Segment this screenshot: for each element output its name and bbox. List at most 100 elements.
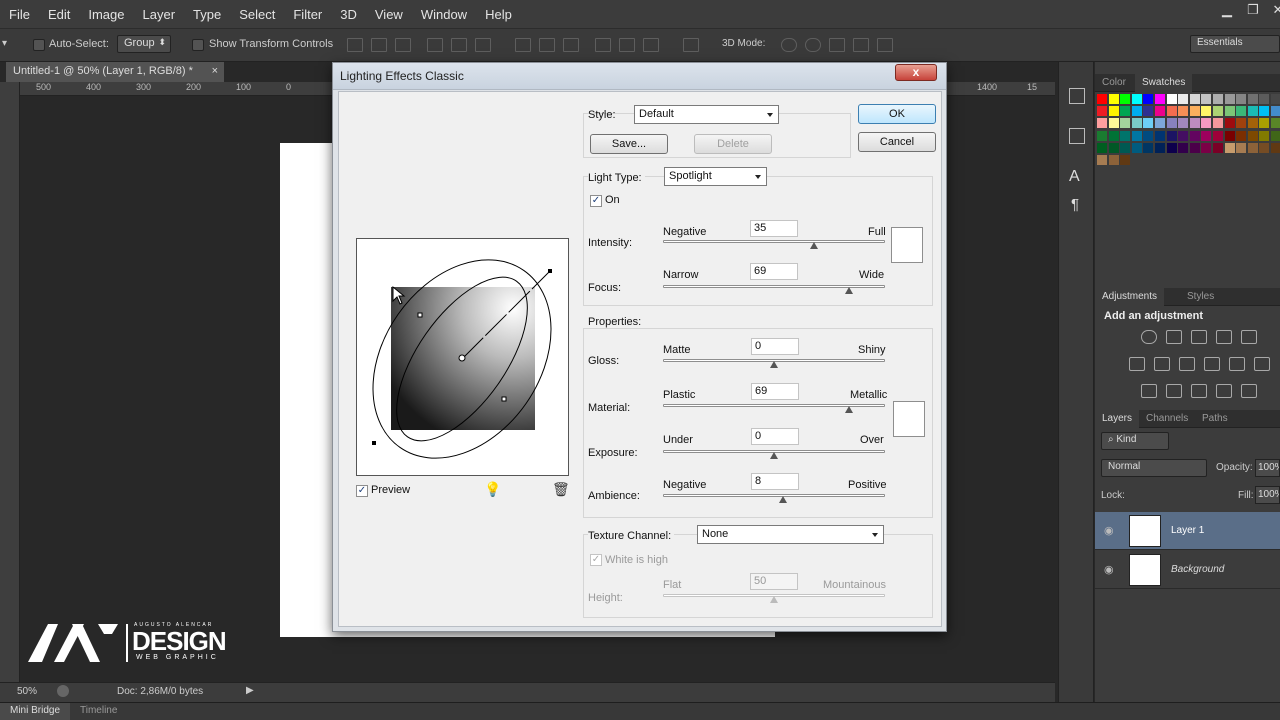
- tab-paths[interactable]: Paths: [1202, 413, 1228, 424]
- swatch[interactable]: [1236, 118, 1247, 129]
- swatch[interactable]: [1201, 106, 1212, 117]
- align-left-icon[interactable]: [427, 38, 443, 52]
- swatch[interactable]: [1189, 130, 1200, 141]
- tab-color[interactable]: Color: [1102, 77, 1126, 88]
- swatch[interactable]: [1247, 142, 1258, 153]
- style-dropdown[interactable]: Default: [634, 105, 779, 124]
- document-tab[interactable]: Untitled-1 @ 50% (Layer 1, RGB/8) * ×: [6, 62, 224, 82]
- swatch[interactable]: [1131, 106, 1142, 117]
- swatch[interactable]: [1155, 142, 1165, 153]
- swatch[interactable]: [1131, 142, 1142, 153]
- 3d-drag-icon[interactable]: [829, 38, 845, 52]
- photo-filter-adjustment-icon[interactable]: [1204, 357, 1220, 371]
- light-type-dropdown[interactable]: Spotlight: [664, 167, 767, 186]
- swatch[interactable]: [1155, 118, 1165, 129]
- swatch[interactable]: [1097, 130, 1107, 141]
- swatch[interactable]: [1097, 106, 1107, 117]
- tab-styles[interactable]: Styles: [1187, 291, 1214, 302]
- blend-mode-dropdown[interactable]: Normal: [1101, 459, 1207, 477]
- menu-help[interactable]: Help: [476, 7, 521, 22]
- swatch[interactable]: [1224, 118, 1235, 129]
- swatch[interactable]: [1143, 130, 1154, 141]
- swatch[interactable]: [1178, 130, 1189, 141]
- layer-row-layer1[interactable]: ◉ Layer 1: [1095, 512, 1280, 550]
- light-on-checkbox[interactable]: ✓: [590, 195, 602, 207]
- swatch[interactable]: [1178, 118, 1189, 129]
- swatch[interactable]: [1224, 106, 1235, 117]
- swatch[interactable]: [1259, 106, 1270, 117]
- swatch[interactable]: [1247, 130, 1258, 141]
- swatch[interactable]: [1108, 94, 1119, 104]
- swatch[interactable]: [1108, 130, 1119, 141]
- menu-select[interactable]: Select: [230, 7, 284, 22]
- fill-field[interactable]: 100%: [1255, 486, 1280, 504]
- swatch-grid[interactable]: [1095, 92, 1280, 182]
- show-transform-checkbox[interactable]: [192, 39, 204, 51]
- swatch[interactable]: [1166, 142, 1177, 153]
- menu-image[interactable]: Image: [79, 7, 133, 22]
- character-panel-icon[interactable]: A: [1069, 168, 1080, 186]
- tab-swatches[interactable]: Swatches: [1135, 74, 1193, 92]
- layer-row-background[interactable]: ◉ Background: [1095, 551, 1280, 589]
- delete-light-trash-icon[interactable]: 🗑: [552, 481, 570, 498]
- swatch[interactable]: [1213, 94, 1223, 104]
- white-is-high-checkbox[interactable]: ✓: [590, 554, 602, 566]
- swatch[interactable]: [1213, 130, 1223, 141]
- swatch[interactable]: [1108, 106, 1119, 117]
- swatch[interactable]: [1271, 106, 1280, 117]
- swatch[interactable]: [1213, 106, 1223, 117]
- swatch[interactable]: [1259, 130, 1270, 141]
- swatch[interactable]: [1259, 118, 1270, 129]
- ambience-slider[interactable]: [663, 494, 885, 497]
- swatch[interactable]: [1259, 142, 1270, 153]
- gloss-slider-knob[interactable]: [770, 361, 778, 368]
- swatch[interactable]: [1097, 142, 1107, 153]
- preview-checkbox[interactable]: ✓: [356, 485, 368, 497]
- swatch[interactable]: [1097, 118, 1107, 129]
- light-preview[interactable]: [356, 238, 569, 476]
- selective-color-adjustment-icon[interactable]: [1216, 384, 1232, 398]
- swatch[interactable]: [1189, 142, 1200, 153]
- distribute-hcenter-icon[interactable]: [619, 38, 635, 52]
- tab-timeline[interactable]: Timeline: [80, 705, 117, 716]
- gradient-map-adjustment-icon[interactable]: [1241, 384, 1257, 398]
- menu-layer[interactable]: Layer: [134, 7, 185, 22]
- menu-edit[interactable]: Edit: [39, 7, 79, 22]
- align-bottom-icon[interactable]: [395, 38, 411, 52]
- 3d-scale-icon[interactable]: [877, 38, 893, 52]
- paragraph-panel-icon[interactable]: ¶: [1071, 196, 1079, 213]
- threshold-adjustment-icon[interactable]: [1191, 384, 1207, 398]
- swatch[interactable]: [1213, 142, 1223, 153]
- swatch[interactable]: [1271, 94, 1280, 104]
- black-white-adjustment-icon[interactable]: [1179, 357, 1195, 371]
- swatch[interactable]: [1224, 130, 1235, 141]
- posterize-adjustment-icon[interactable]: [1166, 384, 1182, 398]
- distribute-bottom-icon[interactable]: [563, 38, 579, 52]
- intensity-slider-knob[interactable]: [809, 242, 818, 249]
- swatch[interactable]: [1166, 130, 1177, 141]
- swatch[interactable]: [1247, 106, 1258, 117]
- material-input[interactable]: 69: [751, 383, 799, 400]
- swatch[interactable]: [1108, 118, 1119, 129]
- properties-panel-icon[interactable]: [1069, 128, 1085, 144]
- swatch[interactable]: [1247, 118, 1258, 129]
- 3d-roll-icon[interactable]: [805, 38, 821, 52]
- color-lookup-adjustment-icon[interactable]: [1254, 357, 1270, 371]
- delete-style-button[interactable]: Delete: [694, 134, 772, 154]
- swatch[interactable]: [1131, 130, 1142, 141]
- swatch[interactable]: [1271, 142, 1280, 153]
- save-style-button[interactable]: Save...: [590, 134, 668, 154]
- swatch[interactable]: [1236, 130, 1247, 141]
- exposure-slider-knob[interactable]: [770, 452, 778, 459]
- gloss-input[interactable]: 0: [751, 338, 799, 355]
- visibility-eye-icon[interactable]: ◉: [1104, 563, 1114, 576]
- distribute-vcenter-icon[interactable]: [539, 38, 555, 52]
- minimize-icon[interactable]: ▁: [1215, 2, 1239, 20]
- tool-preset-chevron-icon[interactable]: ▾: [2, 38, 7, 49]
- swatch[interactable]: [1178, 106, 1189, 117]
- 3d-slide-icon[interactable]: [853, 38, 869, 52]
- tab-channels[interactable]: Channels: [1146, 413, 1188, 424]
- swatch[interactable]: [1247, 94, 1258, 104]
- swatch[interactable]: [1271, 118, 1280, 129]
- swatch[interactable]: [1271, 130, 1280, 141]
